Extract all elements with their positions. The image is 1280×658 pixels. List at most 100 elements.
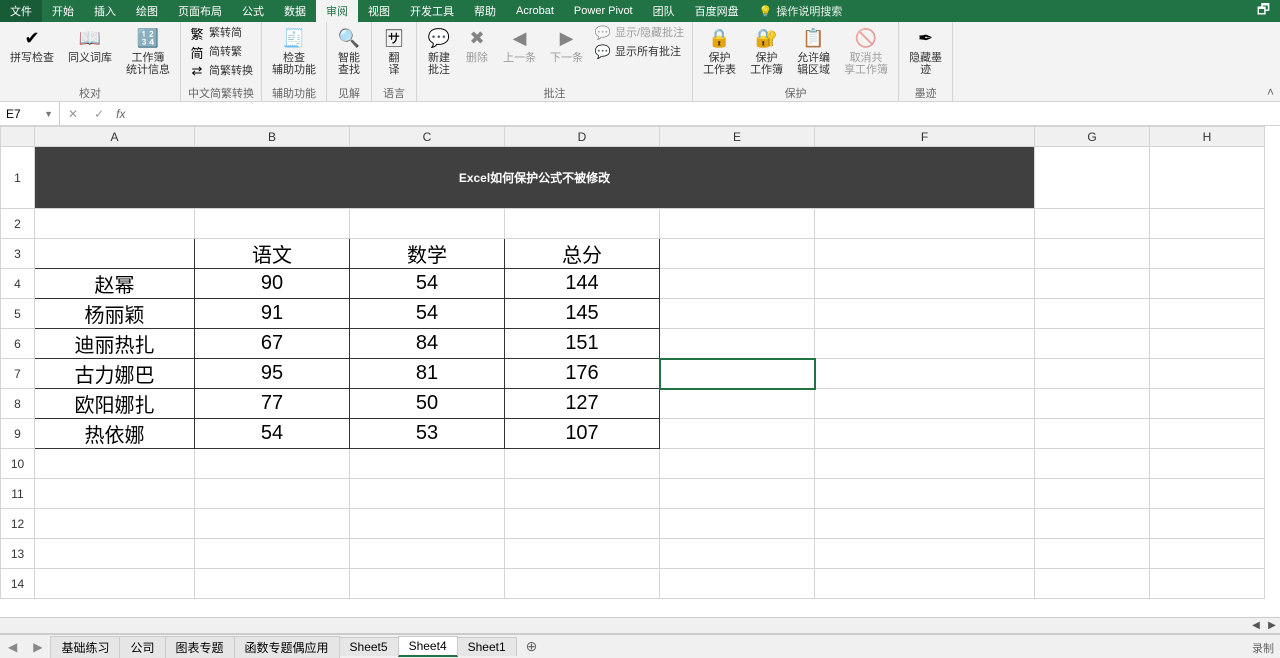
new-comment-button[interactable]: 💬新建 批注 xyxy=(423,24,455,78)
cell[interactable]: 54 xyxy=(350,269,505,299)
cell[interactable]: 90 xyxy=(195,269,350,299)
cell[interactable] xyxy=(1150,269,1265,299)
cell[interactable] xyxy=(195,479,350,509)
translate-button[interactable]: 🈂翻 译 xyxy=(378,24,410,78)
hide-ink-button[interactable]: ✒隐藏墨 迹 xyxy=(905,24,946,78)
cell[interactable] xyxy=(815,269,1035,299)
row-header[interactable]: 8 xyxy=(1,389,35,419)
sheet-tab-active[interactable]: Sheet4 xyxy=(398,636,458,657)
cell[interactable]: 50 xyxy=(350,389,505,419)
select-all-corner[interactable] xyxy=(1,127,35,147)
cell[interactable] xyxy=(35,239,195,269)
cell[interactable] xyxy=(1150,509,1265,539)
cell[interactable] xyxy=(1150,299,1265,329)
cell[interactable] xyxy=(815,569,1035,599)
trad-to-simp-button[interactable]: 繁繁转简 xyxy=(187,24,255,42)
row-header[interactable]: 3 xyxy=(1,239,35,269)
sheet-tab[interactable]: 函数专题偶应用 xyxy=(234,636,340,658)
menu-tab[interactable]: 绘图 xyxy=(126,0,168,22)
cell[interactable] xyxy=(1035,419,1150,449)
cell[interactable] xyxy=(1035,569,1150,599)
cell[interactable] xyxy=(35,509,195,539)
cell[interactable] xyxy=(505,509,660,539)
sheet-tab[interactable]: 公司 xyxy=(119,636,165,658)
cell[interactable] xyxy=(660,569,815,599)
row-header[interactable]: 10 xyxy=(1,449,35,479)
col-header[interactable]: D xyxy=(505,127,660,147)
show-all-comments-button[interactable]: 💬显示所有批注 xyxy=(593,43,686,61)
cell[interactable] xyxy=(35,209,195,239)
cell[interactable] xyxy=(350,479,505,509)
cell[interactable]: 107 xyxy=(505,419,660,449)
cell[interactable] xyxy=(1150,389,1265,419)
cell[interactable]: 54 xyxy=(350,299,505,329)
cell[interactable]: 91 xyxy=(195,299,350,329)
cell-selected[interactable] xyxy=(660,359,815,389)
col-header[interactable]: B xyxy=(195,127,350,147)
cell[interactable]: 古力娜巴 xyxy=(35,359,195,389)
cell[interactable]: 欧阳娜扎 xyxy=(35,389,195,419)
cell[interactable] xyxy=(195,569,350,599)
cell[interactable] xyxy=(1035,239,1150,269)
cell[interactable] xyxy=(660,269,815,299)
cell[interactable] xyxy=(660,329,815,359)
cell[interactable]: 81 xyxy=(350,359,505,389)
cell[interactable] xyxy=(195,449,350,479)
row-header[interactable]: 12 xyxy=(1,509,35,539)
menu-tab[interactable]: 开始 xyxy=(42,0,84,22)
cell[interactable] xyxy=(660,539,815,569)
cancel-icon[interactable]: ✕ xyxy=(60,107,86,121)
scroll-right-icon[interactable]: ▶ xyxy=(1264,620,1280,631)
simp-to-trad-button[interactable]: 简简转繁 xyxy=(187,43,255,61)
menu-tab[interactable]: 开发工具 xyxy=(400,0,464,22)
cell[interactable]: 145 xyxy=(505,299,660,329)
cell[interactable] xyxy=(1035,389,1150,419)
cell[interactable] xyxy=(505,569,660,599)
cell[interactable]: 热依娜 xyxy=(35,419,195,449)
cell[interactable]: 杨丽颖 xyxy=(35,299,195,329)
row-header[interactable]: 4 xyxy=(1,269,35,299)
cell[interactable] xyxy=(660,209,815,239)
cell[interactable] xyxy=(505,479,660,509)
dropdown-icon[interactable]: ▼ xyxy=(44,109,53,119)
spellcheck-button[interactable]: ✔拼写检查 xyxy=(6,24,58,66)
title-cell[interactable]: Excel如何保护公式不被修改 xyxy=(35,147,1035,209)
cell[interactable] xyxy=(35,569,195,599)
row-header[interactable]: 2 xyxy=(1,209,35,239)
cell[interactable]: 迪丽热扎 xyxy=(35,329,195,359)
menu-tab[interactable]: 数据 xyxy=(274,0,316,22)
cell[interactable] xyxy=(1035,539,1150,569)
cell[interactable] xyxy=(1150,479,1265,509)
cell[interactable] xyxy=(1035,209,1150,239)
cell[interactable] xyxy=(660,239,815,269)
menu-tab[interactable]: 视图 xyxy=(358,0,400,22)
menu-tab[interactable]: Acrobat xyxy=(506,0,564,22)
convert-button[interactable]: ⇄简繁转换 xyxy=(187,62,255,80)
row-header[interactable]: 1 xyxy=(1,147,35,209)
col-header[interactable]: E xyxy=(660,127,815,147)
row-header[interactable]: 6 xyxy=(1,329,35,359)
cell[interactable] xyxy=(505,449,660,479)
cell[interactable] xyxy=(815,539,1035,569)
cell[interactable]: 54 xyxy=(195,419,350,449)
cell[interactable] xyxy=(660,449,815,479)
menu-tab[interactable]: 页面布局 xyxy=(168,0,232,22)
workbook-stats-button[interactable]: 🔢工作簿 统计信息 xyxy=(122,24,174,78)
cell[interactable] xyxy=(815,299,1035,329)
cell[interactable]: 151 xyxy=(505,329,660,359)
name-box[interactable]: E7 ▼ xyxy=(0,102,60,125)
cell[interactable] xyxy=(1035,329,1150,359)
cell[interactable]: 数学 xyxy=(350,239,505,269)
cell[interactable] xyxy=(195,539,350,569)
sheet-nav-prev[interactable]: ◀ xyxy=(0,640,25,654)
cell[interactable] xyxy=(815,509,1035,539)
cell[interactable] xyxy=(660,509,815,539)
col-header[interactable]: C xyxy=(350,127,505,147)
cell[interactable] xyxy=(1150,329,1265,359)
cell[interactable] xyxy=(35,539,195,569)
row-header[interactable]: 14 xyxy=(1,569,35,599)
cell[interactable]: 95 xyxy=(195,359,350,389)
smart-lookup-button[interactable]: 🔍智能 查找 xyxy=(333,24,365,78)
cell[interactable] xyxy=(350,209,505,239)
cell[interactable] xyxy=(350,509,505,539)
